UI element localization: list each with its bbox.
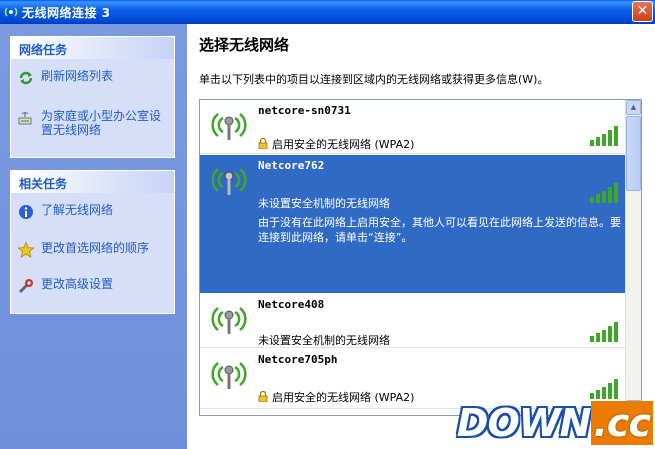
lock-icon [258, 138, 268, 149]
close-button[interactable]: ✕ [632, 1, 653, 22]
related-tasks-panel: 相关任务 了解无线网络 更改首选网络的顺序 更改高级设置 [10, 170, 175, 314]
main-pane: 选择无线网络 单击以下列表中的项目以连接到区域内的无线网络或获得更多信息(W)。… [187, 24, 655, 449]
network-ssid: Netcore762 [258, 159, 325, 172]
page-title: 选择无线网络 [199, 36, 290, 54]
network-item[interactable]: Netcore408 未设置安全机制的无线网络 [200, 294, 626, 348]
network-ssid: Netcore408 [258, 298, 325, 311]
network-security-label: 未设置安全机制的无线网络 [258, 334, 390, 347]
network-security-label: 未设置安全机制的无线网络 [258, 197, 390, 210]
signal-strength-icon [590, 322, 618, 342]
network-item[interactable]: Netcore705ph 启用安全的无线网络 (WPA2) [200, 349, 626, 409]
star-icon [17, 241, 35, 258]
wireless-icon [4, 7, 18, 17]
wireless-antenna-icon [211, 113, 247, 140]
signal-strength-icon [590, 183, 618, 203]
network-ssid: netcore-sn0731 [258, 104, 351, 117]
network-list-scrollbar[interactable]: ▲ ▼ [625, 100, 641, 415]
network-item-selected[interactable]: Netcore762 未设置安全机制的无线网络 由于没有在此网络上启用安全，其他… [200, 155, 626, 293]
settings-icon [18, 279, 33, 294]
window-title: 无线网络连接 3 [22, 6, 111, 20]
title-bar: 无线网络连接 3 ✕ [0, 0, 655, 24]
lock-icon [258, 391, 268, 402]
network-list[interactable]: netcore-sn0731 启用安全的无线网络 (WPA2) Netcore7… [199, 99, 642, 416]
wireless-antenna-icon [211, 362, 247, 389]
scroll-up-button[interactable]: ▲ [626, 100, 641, 115]
network-security: 启用安全的无线网络 (WPA2) [258, 136, 414, 152]
network-security: 启用安全的无线网络 (WPA2) [258, 389, 414, 405]
wireless-antenna-icon [211, 168, 247, 195]
network-tasks-panel: 网络任务 刷新网络列表 为家庭或小型办公室设置无线网络 [10, 36, 175, 158]
signal-strength-icon [590, 379, 618, 399]
setup-wireless-network-link[interactable]: 为家庭或小型办公室设置无线网络 [17, 109, 171, 137]
network-security-label: 启用安全的无线网络 (WPA2) [272, 138, 415, 151]
network-setup-icon [18, 112, 32, 125]
advanced-settings-link[interactable]: 更改高级设置 [17, 277, 171, 295]
advanced-settings-label: 更改高级设置 [41, 277, 114, 291]
refresh-icon [19, 71, 33, 85]
scroll-thumb[interactable] [626, 116, 641, 191]
change-preferred-order-link[interactable]: 更改首选网络的顺序 [17, 241, 171, 259]
watermark-part1: DOWN [456, 401, 592, 445]
setup-wireless-network-label: 为家庭或小型办公室设置无线网络 [41, 109, 162, 137]
learn-wireless-label: 了解无线网络 [41, 203, 114, 217]
task-pane: 网络任务 刷新网络列表 为家庭或小型办公室设置无线网络 相关任务 了解无线网络 … [0, 24, 187, 449]
change-preferred-order-label: 更改首选网络的顺序 [41, 241, 150, 255]
watermark-part2: .cc [590, 401, 653, 445]
signal-strength-icon [590, 126, 618, 146]
refresh-network-list-link[interactable]: 刷新网络列表 [17, 69, 171, 87]
watermark-logo: DOWN.cc [457, 401, 653, 445]
security-warning-text: 由于没有在此网络上启用安全，其他人可以看见在此网络上发送的信息。要连接到此网络，… [258, 216, 621, 244]
network-item[interactable]: netcore-sn0731 启用安全的无线网络 (WPA2) [200, 100, 626, 154]
wireless-antenna-icon [211, 307, 247, 334]
network-security-label: 启用安全的无线网络 (WPA2) [272, 391, 415, 404]
network-ssid: Netcore705ph [258, 353, 338, 366]
network-tasks-header[interactable]: 网络任务 [11, 37, 174, 59]
info-icon [19, 205, 33, 219]
related-tasks-header[interactable]: 相关任务 [11, 171, 174, 193]
learn-wireless-link[interactable]: 了解无线网络 [17, 203, 171, 221]
refresh-network-list-label: 刷新网络列表 [41, 69, 114, 83]
instruction-text: 单击以下列表中的项目以连接到区域内的无线网络或获得更多信息(W)。 [199, 73, 549, 86]
